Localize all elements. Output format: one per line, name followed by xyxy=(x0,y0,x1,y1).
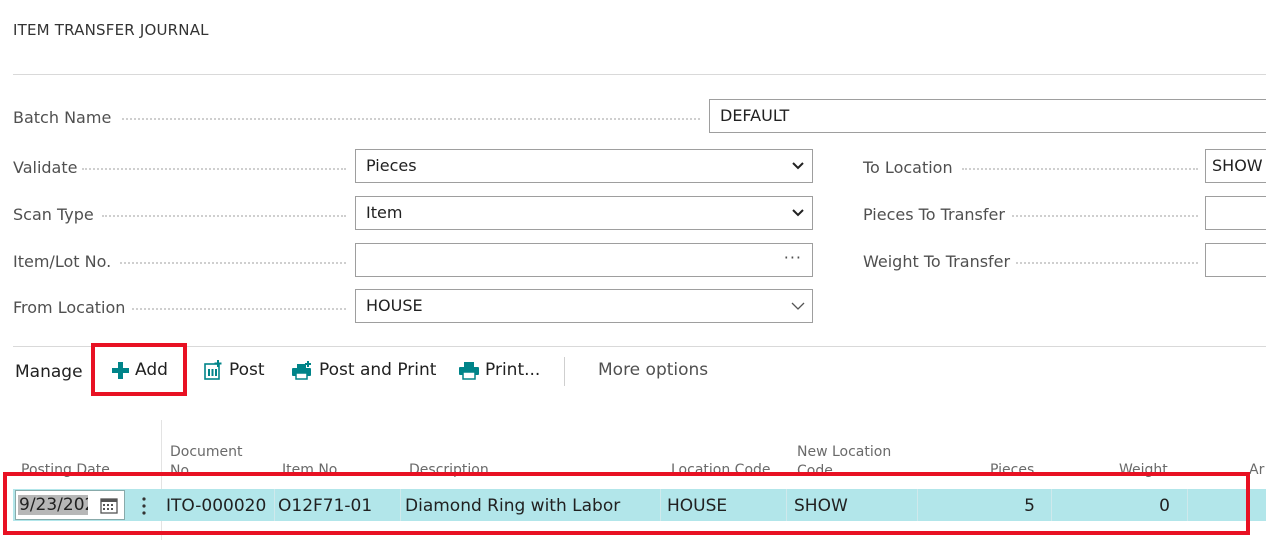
print-icon xyxy=(459,361,479,380)
validate-label: Validate xyxy=(13,158,78,177)
item-lot-no-dots xyxy=(120,262,346,264)
page-title: ITEM TRANSFER JOURNAL xyxy=(13,21,209,39)
title-divider xyxy=(13,74,1266,75)
pieces-to-transfer-dots xyxy=(1012,215,1198,217)
scan-type-label: Scan Type xyxy=(13,205,94,224)
item-lot-no-label: Item/Lot No. xyxy=(13,252,112,271)
weight-to-transfer-label: Weight To Transfer xyxy=(863,252,1011,271)
scan-type-value: Item xyxy=(366,203,403,222)
validate-select[interactable]: Pieces xyxy=(355,149,813,183)
more-options-button[interactable]: More options xyxy=(598,360,708,380)
post-and-print-button-label: Post and Print xyxy=(319,360,437,380)
header-new-location-code-line1[interactable]: New Location xyxy=(797,443,891,462)
chevron-down-icon xyxy=(792,162,804,170)
from-location-dots xyxy=(132,308,346,310)
pieces-to-transfer-field[interactable] xyxy=(1205,196,1266,230)
form-divider xyxy=(13,346,1266,347)
pieces-to-transfer-label: Pieces To Transfer xyxy=(863,205,1005,224)
chevron-down-icon xyxy=(792,209,804,217)
batch-name-dots xyxy=(122,118,700,120)
row-highlight-box xyxy=(3,472,1250,535)
weight-to-transfer-field[interactable] xyxy=(1205,243,1266,277)
from-location-select[interactable]: HOUSE xyxy=(355,289,813,323)
weight-to-transfer-dots xyxy=(1016,262,1198,264)
item-lot-no-field[interactable]: ··· xyxy=(355,243,813,277)
post-icon xyxy=(204,360,222,380)
print-button-label: Print... xyxy=(485,360,541,380)
from-location-label: From Location xyxy=(13,298,126,317)
chevron-down-icon xyxy=(791,302,805,310)
lookup-ellipsis-icon[interactable]: ··· xyxy=(784,244,802,274)
validate-dots xyxy=(82,168,346,170)
post-print-icon xyxy=(292,360,311,380)
validate-value: Pieces xyxy=(366,156,417,175)
post-button[interactable]: Post xyxy=(204,360,265,380)
add-highlight-box xyxy=(91,343,187,396)
toolbar-separator xyxy=(564,357,565,386)
print-button[interactable]: Print... xyxy=(459,360,540,380)
header-truncated-column[interactable]: Ar xyxy=(1249,461,1264,480)
manage-tab[interactable]: Manage xyxy=(15,362,83,382)
scan-type-dots xyxy=(102,215,346,217)
batch-name-field[interactable]: DEFAULT xyxy=(709,99,1266,133)
from-location-value: HOUSE xyxy=(366,296,423,315)
to-location-select[interactable]: SHOW xyxy=(1205,149,1266,183)
post-button-label: Post xyxy=(229,360,265,380)
header-document-no-line1[interactable]: Document xyxy=(170,443,243,462)
to-location-dots xyxy=(962,168,1198,170)
post-and-print-button[interactable]: Post and Print xyxy=(292,360,436,380)
scan-type-select[interactable]: Item xyxy=(355,196,813,230)
batch-name-label: Batch Name xyxy=(13,108,112,127)
to-location-label: To Location xyxy=(863,158,953,177)
